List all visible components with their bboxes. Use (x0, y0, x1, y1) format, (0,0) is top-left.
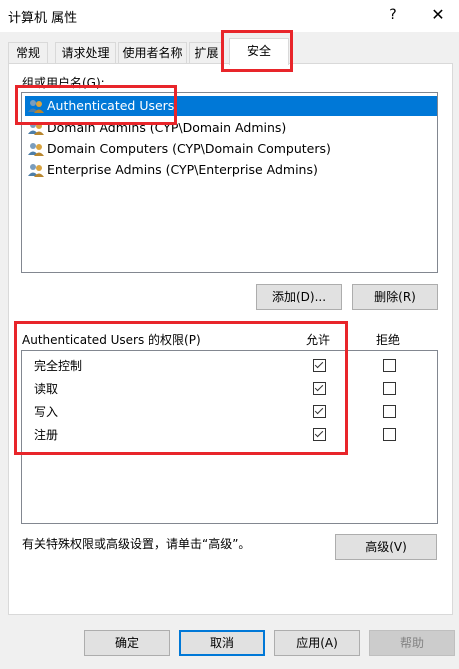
deny-checkbox[interactable] (383, 405, 396, 418)
tab-subject-name[interactable]: 使用者名称 (118, 42, 187, 63)
highlight-box-selected-user (15, 85, 177, 125)
deny-checkbox[interactable] (383, 428, 396, 441)
cancel-button[interactable]: 取消 (179, 630, 265, 656)
deny-checkbox[interactable] (383, 382, 396, 395)
users-group-icon (28, 163, 44, 177)
user-name: Enterprise Admins (CYP\Enterprise Admins… (47, 162, 318, 177)
title-bar: 计算机 属性 ? ✕ (0, 0, 459, 32)
highlight-box-permissions (14, 321, 348, 455)
deny-column-header: 拒绝 (376, 333, 401, 347)
tab-request-handling[interactable]: 请求处理 (55, 42, 116, 63)
window-title: 计算机 属性 (8, 11, 78, 26)
list-item[interactable]: Domain Computers (CYP\Domain Computers) (25, 139, 437, 159)
remove-button[interactable]: 删除(R) (352, 284, 438, 310)
ok-button[interactable]: 确定 (84, 630, 170, 656)
help-icon[interactable]: ? (380, 4, 406, 26)
apply-button[interactable]: 应用(A) (274, 630, 360, 656)
close-icon[interactable]: ✕ (424, 4, 452, 26)
advanced-button[interactable]: 高级(V) (335, 534, 437, 560)
list-item[interactable]: Enterprise Admins (CYP\Enterprise Admins… (25, 160, 437, 180)
tab-extensions[interactable]: 扩展 (189, 42, 224, 63)
tab-security[interactable]: 安全 (229, 38, 289, 65)
advanced-note: 有关特殊权限或高级设置，请单击“高级”。 (22, 537, 251, 551)
help-button[interactable]: 帮助 (369, 630, 455, 656)
tab-general[interactable]: 常规 (8, 42, 48, 63)
user-name: Domain Computers (CYP\Domain Computers) (47, 141, 331, 156)
users-group-icon (28, 142, 44, 156)
deny-checkbox[interactable] (383, 359, 396, 372)
add-button[interactable]: 添加(D)... (256, 284, 342, 310)
